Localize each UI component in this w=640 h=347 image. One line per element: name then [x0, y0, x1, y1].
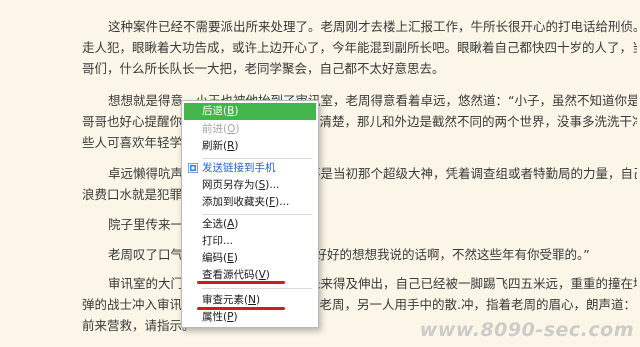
menu-item-label: 网页另存为: [202, 179, 255, 191]
menu-separator: [202, 158, 312, 159]
menu-separator: [202, 214, 312, 215]
send-to-phone-icon: [188, 163, 198, 173]
menu-item-ellipsis: ...: [223, 235, 234, 247]
article-line: 审讯室的大门刚刚打开，老周的手还未来得及伸出，自己已经被一脚踢飞四五米远，重重的…: [108, 276, 637, 291]
menu-item-ellipsis: ...: [279, 196, 290, 208]
menu-item-accelerator: O: [227, 123, 236, 135]
menu-item-label: 打印: [202, 235, 223, 247]
menu-item-label: 全选: [202, 218, 223, 230]
article-line: 老周叹了口气：“孩子，只是希望你能好好的想想我说的话啊，不然这些年有你受罪的。”: [108, 247, 590, 262]
menu-item-accelerator: E: [227, 252, 234, 264]
article-line: 这种案件已经不需要派出所来处理了。老周刚才去楼上汇报工作，牛所长很开心的打电话给…: [108, 19, 637, 34]
article-line: 浪费口水就是犯罪。: [82, 187, 195, 202]
article-line: 院子里传来一声刹车: [108, 217, 221, 232]
article-line: 走人犯，眼瞅着大功告成，或许上边开心了，今年能混到副所长吧。眼瞅着自己都快四十岁…: [82, 40, 637, 55]
menu-item-label: 编码: [202, 252, 223, 264]
annotation-underline: [197, 281, 285, 284]
menu-item-accelerator: S: [258, 179, 266, 191]
menu-item-label: 前进: [202, 123, 223, 135]
menu-item-label: 发送链接到手机: [202, 162, 276, 174]
menu-item-label: 审查元素: [202, 294, 244, 306]
menu-separator: [202, 288, 312, 289]
menu-item-properties[interactable]: 属性(P): [184, 309, 316, 326]
menu-item-refresh[interactable]: 刷新(R): [184, 138, 316, 155]
menu-item-add-favorites[interactable]: 添加到收藏夹(F)...: [184, 194, 316, 211]
menu-item-back[interactable]: 后退(B): [184, 103, 316, 120]
menu-item-accelerator: V: [258, 269, 266, 281]
menu-item-send-to-phone[interactable]: 发送链接到手机: [184, 160, 316, 177]
menu-item-label: 刷新: [202, 140, 223, 152]
menu-item-save-as[interactable]: 网页另存为(S)...: [184, 177, 316, 194]
menu-item-accelerator: P: [227, 311, 234, 323]
menu-item-select-all[interactable]: 全选(A): [184, 216, 316, 233]
menu-item-label: 属性: [202, 311, 223, 323]
article-page: 这种案件已经不需要派出所来处理了。老周刚才去楼上汇报工作，牛所长很开心的打电话给…: [0, 0, 640, 347]
menu-item-accelerator: A: [227, 218, 235, 230]
article-line: 想想就是得意，小王也被他抬到了审讯室，老周得意看着卓远，悠然道：“小子，虽然不知…: [108, 93, 637, 108]
article-line: 弹的战士冲入审讯室，一人手持冲锋枪指着老周，另一人用手中的散.冲，指着老周的眉心…: [82, 297, 637, 312]
menu-item-ellipsis: ...: [269, 179, 280, 191]
menu-item-label: 查看源代码: [202, 269, 255, 281]
article-line: 些人可喜欢年轻学生，呵呵……”: [82, 135, 264, 150]
menu-item-print[interactable]: 打印...: [184, 233, 316, 250]
menu-item-accelerator: F: [269, 196, 276, 208]
annotation-underline: [197, 307, 285, 310]
context-menu: 后退(B) 前进(O) 刷新(R) 发送链接到手机 网页另存为(S)... 添加…: [181, 100, 319, 328]
menu-item-label: 添加到收藏夹: [202, 196, 265, 208]
menu-item-accelerator: N: [248, 294, 256, 306]
article-line: 卓远懒得吭声，他知道自己现在已经不是当初那个超级大神，凭着调查组或者特勤局的力量…: [108, 166, 637, 181]
menu-item-accelerator: B: [227, 105, 235, 117]
watermark: www.8090-sec.com: [419, 319, 634, 341]
article-line: 哥哥也好心提醒你一句，在这里有件事情看清楚，那儿和外边是截然不同的两个世界，没事…: [82, 114, 637, 129]
menu-item-encoding[interactable]: 编码(E): [184, 250, 316, 267]
menu-item-label: 后退: [202, 105, 223, 117]
menu-item-forward[interactable]: 前进(O): [184, 121, 316, 138]
menu-item-accelerator: R: [227, 140, 235, 152]
article-line: 哥们，什么所长队长一大把，老同学聚会，自己都不太好意思去。: [82, 61, 445, 76]
